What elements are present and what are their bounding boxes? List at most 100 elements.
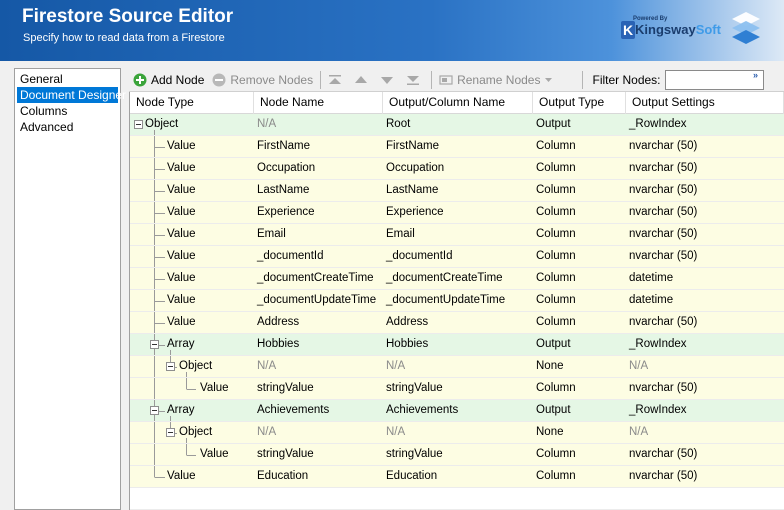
cell-node-type: Value (130, 378, 254, 399)
toolbar-separator (320, 70, 322, 89)
cell-output-column-name: Address (386, 316, 429, 328)
table-row[interactable]: Object N/A N/A None N/A (130, 356, 784, 378)
cell-output-type: Column (536, 294, 576, 306)
cell-node-name: Address (257, 316, 300, 328)
cell-output-column-name: Achievements (386, 404, 459, 416)
column-header-node-type[interactable]: Node Type (130, 92, 254, 114)
cell-output-column-name: LastName (386, 184, 439, 196)
column-header-output-type[interactable]: Output Type (533, 92, 626, 114)
kingswaysoft-logo: Powered By K KingswaySoft (618, 12, 721, 42)
node-type-label: Value (200, 448, 229, 460)
table-row[interactable]: Value Education Education Column nvarchar (5… (130, 466, 784, 488)
nav-item-general[interactable]: General (17, 71, 118, 87)
table-row[interactable]: Value Email Email Column nvarchar (50) (130, 224, 784, 246)
table-row[interactable]: Value stringValue stringValue Column nvarcha… (130, 444, 784, 466)
cell-node-type: Value (130, 246, 254, 267)
collapse-toggle-icon[interactable] (166, 362, 175, 371)
cell-output-column-name: stringValue (386, 382, 443, 394)
cell-output-type: Column (536, 470, 576, 482)
cell-output-column-name: Occupation (386, 162, 445, 174)
cell-output-settings: datetime (629, 272, 674, 284)
rename-nodes-label: Rename Nodes (457, 72, 541, 87)
collapse-toggle-icon[interactable] (150, 406, 159, 415)
cell-node-name: Experience (257, 206, 315, 218)
cell-output-type: Output (536, 404, 571, 416)
collapse-toggle-icon[interactable] (166, 428, 175, 437)
cell-output-column-name: Education (386, 470, 438, 482)
cell-node-type: Value (130, 444, 254, 465)
table-row[interactable]: Value Occupation Occupation Column nvarchar … (130, 158, 784, 180)
cell-node-type: Object (130, 114, 254, 135)
cell-output-settings: _RowIndex (629, 118, 687, 130)
move-top-button[interactable] (324, 69, 350, 91)
collapse-toggle-icon[interactable] (134, 120, 143, 129)
cell-output-settings: nvarchar (50) (629, 206, 698, 218)
table-row[interactable]: Array Hobbies Hobbies Output _RowIndex (130, 334, 784, 356)
cell-output-settings: nvarchar (50) (629, 140, 698, 152)
node-type-label: Value (167, 140, 196, 152)
move-up-icon (355, 75, 368, 83)
cell-output-type: Column (536, 228, 576, 240)
cell-output-settings: _RowIndex (629, 338, 687, 350)
cell-output-type: Output (536, 118, 571, 130)
move-down-button[interactable] (376, 69, 402, 91)
table-row[interactable]: Value LastName LastName Column nvarchar (50) (130, 180, 784, 202)
cell-output-column-name: _documentId (386, 250, 453, 262)
cell-output-settings: datetime (629, 294, 674, 306)
cell-output-type: Column (536, 184, 576, 196)
cell-node-type: Value (130, 136, 254, 157)
column-header-output-settings[interactable]: Output Settings (626, 92, 784, 114)
tree-connector-lines (154, 444, 196, 465)
cell-output-settings: _RowIndex (629, 404, 687, 416)
cell-node-name: Hobbies (257, 338, 300, 350)
editor-title: Firestore Source Editor (22, 6, 234, 27)
move-up-button[interactable] (350, 69, 376, 91)
editor-header: Firestore Source Editor Specify how to r… (0, 0, 784, 61)
column-header-node-name[interactable]: Node Name (254, 92, 383, 114)
toolbar-overflow-chevron-icon[interactable]: » (753, 70, 758, 80)
filter-nodes-input[interactable] (664, 69, 764, 90)
node-type-label: Value (167, 316, 196, 328)
cell-node-type: Value (130, 290, 254, 311)
nav-item-advanced[interactable]: Advanced (17, 119, 118, 135)
node-type-label: Array (167, 338, 195, 350)
cell-node-name: LastName (257, 184, 310, 196)
node-type-label: Array (167, 404, 195, 416)
cell-output-settings: N/A (629, 360, 649, 372)
cell-output-settings: nvarchar (50) (629, 228, 698, 240)
minus-circle-icon (212, 73, 226, 86)
cell-output-settings: nvarchar (50) (629, 316, 698, 328)
table-row[interactable]: Value Address Address Column nvarchar (50) (130, 312, 784, 334)
table-row[interactable]: Value _documentUpdateTime _documentUpdateT… (130, 290, 784, 312)
column-header-output-column-name[interactable]: Output/Column Name (383, 92, 533, 114)
cell-node-type: Object (130, 356, 254, 377)
cell-output-column-name: _documentUpdateTime (386, 294, 506, 306)
collapse-toggle-icon[interactable] (150, 340, 159, 349)
table-row[interactable]: Array Achievements Achievements Output _RowI… (130, 400, 784, 422)
cell-output-type: None (536, 426, 564, 438)
table-row[interactable]: Object N/A N/A None N/A (130, 422, 784, 444)
table-row[interactable]: Value Experience Experience Column nvarchar … (130, 202, 784, 224)
remove-nodes-button[interactable]: Remove Nodes (208, 69, 317, 91)
table-row[interactable]: Value _documentCreateTime _documentCreateT… (130, 268, 784, 290)
table-row[interactable]: Value stringValue stringValue Column nvarcha… (130, 378, 784, 400)
rename-nodes-button[interactable]: Rename Nodes (435, 69, 556, 91)
cell-node-type: Array (130, 400, 254, 421)
add-node-label: Add Node (151, 72, 205, 87)
product-logo-icon (732, 12, 760, 44)
editor-subtitle: Specify how to read data from a Firestor… (23, 32, 225, 44)
move-bottom-button[interactable] (402, 69, 428, 91)
cell-node-type: Value (130, 202, 254, 223)
brand-name-soft: Soft (695, 22, 721, 37)
rename-icon (439, 74, 453, 85)
table-row[interactable]: Value _documentId _documentId Column nvarcha… (130, 246, 784, 268)
cell-output-column-name: Root (386, 118, 411, 130)
cell-node-name: _documentCreateTime (257, 272, 374, 284)
add-node-button[interactable]: Add Node (129, 69, 208, 91)
node-type-label: Value (167, 162, 196, 174)
nav-item-columns[interactable]: Columns (17, 103, 118, 119)
table-row[interactable]: Value FirstName FirstName Column nvarchar (5… (130, 136, 784, 158)
nav-item-document-designer[interactable]: Document Designer (17, 87, 126, 103)
cell-output-type: Output (536, 338, 571, 350)
table-row[interactable]: Object N/A Root Output _RowIndex (130, 114, 784, 136)
